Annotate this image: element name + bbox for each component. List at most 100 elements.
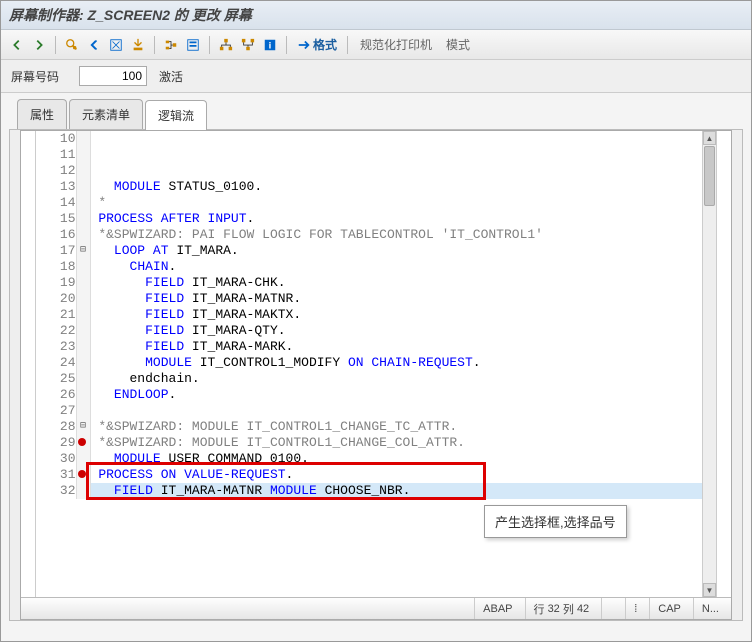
screen-number-label: 屏幕号码 xyxy=(11,68,59,85)
code-line[interactable]: 18 CHAIN. xyxy=(36,259,716,275)
code-text[interactable] xyxy=(90,131,716,147)
code-line[interactable]: 26 ENDLOOP. xyxy=(36,387,716,403)
code-line[interactable]: 28⊟ *&SPWIZARD: MODULE IT_CONTROL1_CHANG… xyxy=(36,419,716,435)
code-line[interactable]: 12 xyxy=(36,163,716,179)
gutter[interactable] xyxy=(76,467,90,483)
line-number: 15 xyxy=(36,211,76,227)
gutter[interactable] xyxy=(76,147,90,163)
where-used-icon[interactable] xyxy=(238,35,258,55)
code-text[interactable]: *&SPWIZARD: PAI FLOW LOGIC FOR TABLECONT… xyxy=(90,227,716,243)
code-text[interactable]: FIELD IT_MARA-MARK. xyxy=(90,339,716,355)
code-text[interactable]: MODULE STATUS_0100. xyxy=(90,179,716,195)
forward-icon[interactable] xyxy=(29,35,49,55)
status-caps: CAP xyxy=(649,598,689,619)
code-text[interactable]: FIELD IT_MARA-CHK. xyxy=(90,275,716,291)
screen-number-input[interactable] xyxy=(79,66,147,86)
info-icon[interactable]: i xyxy=(260,35,280,55)
scroll-down-icon[interactable]: ▼ xyxy=(703,583,716,597)
gutter[interactable] xyxy=(76,291,90,307)
code-line[interactable]: 20 FIELD IT_MARA-MATNR. xyxy=(36,291,716,307)
gutter[interactable] xyxy=(76,275,90,291)
check-icon[interactable] xyxy=(106,35,126,55)
gutter[interactable] xyxy=(76,355,90,371)
code-line[interactable]: 14 * xyxy=(36,195,716,211)
code-line[interactable]: 25 endchain. xyxy=(36,371,716,387)
code-line[interactable]: 32 FIELD IT_MARA-MATNR MODULE CHOOSE_NBR… xyxy=(36,483,716,499)
tab-flow-logic[interactable]: 逻辑流 xyxy=(145,100,207,130)
gutter[interactable] xyxy=(76,387,90,403)
layout-icon[interactable] xyxy=(183,35,203,55)
mode-menu[interactable]: 模式 xyxy=(440,34,476,55)
code-line[interactable]: 13 MODULE STATUS_0100. xyxy=(36,179,716,195)
code-text[interactable]: ENDLOOP. xyxy=(90,387,716,403)
code-line[interactable]: 15 PROCESS AFTER INPUT. xyxy=(36,211,716,227)
scroll-thumb[interactable] xyxy=(704,146,715,206)
code-line[interactable]: 29 *&SPWIZARD: MODULE IT_CONTROL1_CHANGE… xyxy=(36,435,716,451)
gutter[interactable] xyxy=(76,259,90,275)
code-text[interactable]: PROCESS ON VALUE-REQUEST. xyxy=(90,467,716,483)
code-line[interactable]: 16 *&SPWIZARD: PAI FLOW LOGIC FOR TABLEC… xyxy=(36,227,716,243)
code-text[interactable]: MODULE IT_CONTROL1_MODIFY ON CHAIN-REQUE… xyxy=(90,355,716,371)
code-text[interactable] xyxy=(90,403,716,419)
hierarchy-icon[interactable] xyxy=(216,35,236,55)
scroll-up-icon[interactable]: ▲ xyxy=(703,131,716,145)
code-line[interactable]: 19 FIELD IT_MARA-CHK. xyxy=(36,275,716,291)
code-text[interactable]: PROCESS AFTER INPUT. xyxy=(90,211,716,227)
tab-element-list[interactable]: 元素清单 xyxy=(69,99,143,129)
code-text[interactable]: FIELD IT_MARA-QTY. xyxy=(90,323,716,339)
printer-menu[interactable]: 规范化打印机 xyxy=(354,34,438,55)
display-icon[interactable] xyxy=(62,35,82,55)
format-button[interactable]: 格式 xyxy=(293,34,341,55)
code-text[interactable]: FIELD IT_MARA-MAKTX. xyxy=(90,307,716,323)
gutter[interactable] xyxy=(76,179,90,195)
gutter[interactable] xyxy=(76,163,90,179)
tree-icon[interactable] xyxy=(161,35,181,55)
code-line[interactable]: 30 MODULE USER_COMMAND_0100. xyxy=(36,451,716,467)
code-line[interactable]: 22 FIELD IT_MARA-QTY. xyxy=(36,323,716,339)
code-line[interactable]: 17⊟ LOOP AT IT_MARA. xyxy=(36,243,716,259)
gutter[interactable] xyxy=(76,435,90,451)
gutter[interactable] xyxy=(76,371,90,387)
code-text[interactable] xyxy=(90,163,716,179)
line-number: 11 xyxy=(36,147,76,163)
gutter[interactable]: ⊟ xyxy=(76,419,90,435)
code-text[interactable]: endchain. xyxy=(90,371,716,387)
code-text[interactable]: CHAIN. xyxy=(90,259,716,275)
code-line[interactable]: 11 xyxy=(36,147,716,163)
code-text[interactable]: MODULE USER_COMMAND_0100. xyxy=(90,451,716,467)
line-number: 25 xyxy=(36,371,76,387)
code-line[interactable]: 31 PROCESS ON VALUE-REQUEST. xyxy=(36,467,716,483)
code-text[interactable]: *&SPWIZARD: MODULE IT_CONTROL1_CHANGE_TC… xyxy=(90,419,716,435)
code-line[interactable]: 23 FIELD IT_MARA-MARK. xyxy=(36,339,716,355)
code-line[interactable]: 27 xyxy=(36,403,716,419)
gutter[interactable]: ⊟ xyxy=(76,243,90,259)
activate-text-button[interactable]: 激活 xyxy=(153,68,189,85)
code-editor[interactable]: 10111213 MODULE STATUS_0100.14 *15 PROCE… xyxy=(35,131,717,619)
gutter[interactable] xyxy=(76,227,90,243)
gutter[interactable] xyxy=(76,195,90,211)
code-line[interactable]: 24 MODULE IT_CONTROL1_MODIFY ON CHAIN-RE… xyxy=(36,355,716,371)
line-number: 19 xyxy=(36,275,76,291)
code-line[interactable]: 21 FIELD IT_MARA-MAKTX. xyxy=(36,307,716,323)
vertical-scrollbar[interactable]: ▲ ▼ xyxy=(702,131,716,619)
code-line[interactable]: 10 xyxy=(36,131,716,147)
tab-attributes[interactable]: 属性 xyxy=(17,99,67,129)
gutter[interactable] xyxy=(76,339,90,355)
gutter[interactable] xyxy=(76,451,90,467)
gutter[interactable] xyxy=(76,131,90,147)
back-icon[interactable] xyxy=(7,35,27,55)
code-text[interactable]: *&SPWIZARD: MODULE IT_CONTROL1_CHANGE_CO… xyxy=(90,435,716,451)
activate-icon[interactable] xyxy=(128,35,148,55)
code-text[interactable]: FIELD IT_MARA-MATNR. xyxy=(90,291,716,307)
code-text[interactable]: * xyxy=(90,195,716,211)
code-text[interactable] xyxy=(90,147,716,163)
other-object-icon[interactable] xyxy=(84,35,104,55)
code-text[interactable]: FIELD IT_MARA-MATNR MODULE CHOOSE_NBR. xyxy=(90,483,716,499)
line-number: 32 xyxy=(36,483,76,499)
gutter[interactable] xyxy=(76,307,90,323)
gutter[interactable] xyxy=(76,323,90,339)
gutter[interactable] xyxy=(76,211,90,227)
gutter[interactable] xyxy=(76,483,90,499)
code-text[interactable]: LOOP AT IT_MARA. xyxy=(90,243,716,259)
gutter[interactable] xyxy=(76,403,90,419)
